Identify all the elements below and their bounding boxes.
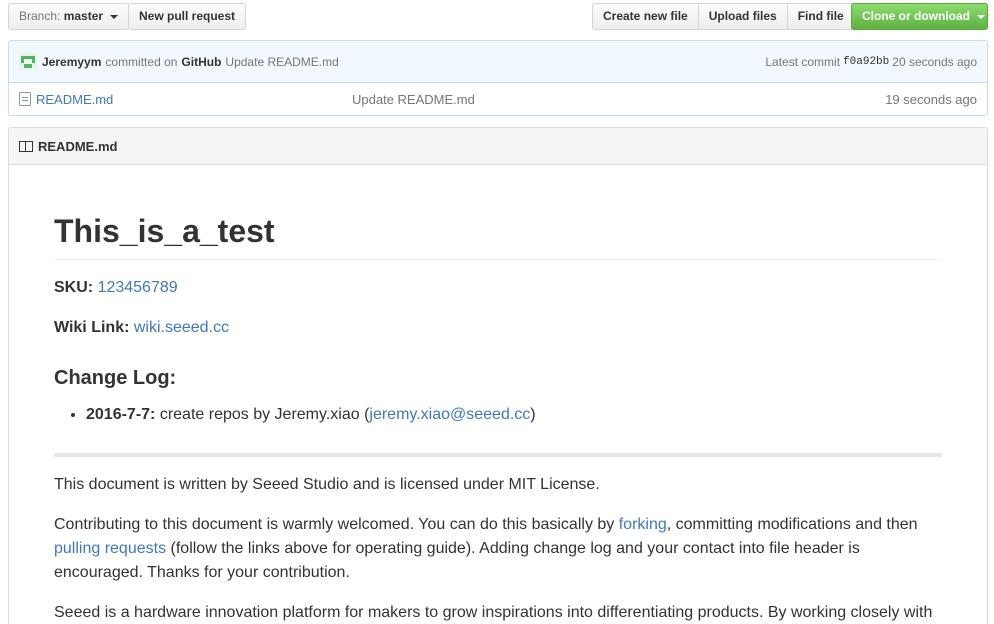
changelog-date: 2016-7-7: xyxy=(86,406,156,423)
caret-down-icon xyxy=(110,14,119,19)
sku-link[interactable]: 123456789 xyxy=(98,279,178,296)
commit-sha-link[interactable]: f0a92bb xyxy=(843,56,889,68)
changelog-heading: Change Log: xyxy=(54,367,177,389)
commit-author-link[interactable]: Jeremyym xyxy=(42,55,101,69)
readme-header-title: README.md xyxy=(38,138,118,154)
wiki-link[interactable]: wiki.seeed.cc xyxy=(134,319,229,336)
caret-down-icon xyxy=(977,14,986,19)
commit-message-link[interactable]: Update README.md xyxy=(225,55,338,69)
commit-platform: GitHub xyxy=(181,54,222,69)
branch-select-button[interactable]: Branch: master xyxy=(8,3,130,30)
find-file-button[interactable]: Find file xyxy=(786,3,855,30)
branch-value: master xyxy=(63,9,104,23)
branch-label: Branch: xyxy=(19,9,61,23)
clone-or-download-label: Clone or download xyxy=(862,9,970,23)
wiki-label: Wiki Link: xyxy=(54,319,130,336)
forking-link[interactable]: forking xyxy=(619,516,667,533)
changelog-list: 2016-7-7: create repos by Jeremy.xiao (j… xyxy=(54,403,942,427)
sku-paragraph: SKU: 123456789 xyxy=(54,276,942,300)
horizontal-rule xyxy=(54,453,942,457)
pulling-requests-link[interactable]: pulling requests xyxy=(54,540,166,557)
file-age: 19 seconds ago xyxy=(885,91,977,107)
file-actions-group: Create new file Upload files Find file xyxy=(592,3,855,30)
file-list-row: README.md Update README.md 19 seconds ag… xyxy=(9,83,987,115)
commit-tease: Jeremyym committed on GitHub Update READ… xyxy=(9,41,987,83)
contributing-paragraph: Contributing to this document is warmly … xyxy=(54,513,942,585)
new-pull-request-button[interactable]: New pull request xyxy=(128,3,247,30)
file-commit-message-link[interactable]: Update README.md xyxy=(352,92,885,107)
file-navigation: Jeremyym committed on GitHub Update READ… xyxy=(8,40,988,116)
committed-on-text: committed on xyxy=(105,54,178,69)
list-item: 2016-7-7: create repos by Jeremy.xiao (j… xyxy=(86,403,942,427)
file-icon xyxy=(19,92,31,106)
create-new-file-button[interactable]: Create new file xyxy=(592,3,699,30)
changelog-text: create repos by Jeremy.xiao ( xyxy=(159,406,370,423)
readme-header: README.md xyxy=(9,128,987,165)
book-icon xyxy=(19,140,33,152)
file-name-link[interactable]: README.md xyxy=(36,92,352,107)
clone-or-download-button[interactable]: Clone or download xyxy=(851,3,988,30)
readme-body: This_is_a_test SKU: 123456789 Wiki Link:… xyxy=(9,211,987,624)
latest-commit-label: Latest commit xyxy=(765,54,841,69)
wiki-paragraph: Wiki Link: wiki.seeed.cc xyxy=(54,316,942,340)
readme-panel: README.md This_is_a_test SKU: 123456789 … xyxy=(8,127,988,624)
seeed-paragraph: Seeed is a hardware innovation platform … xyxy=(54,604,933,621)
upload-files-button[interactable]: Upload files xyxy=(697,3,788,30)
contrib-text-3: (follow the links above for operating gu… xyxy=(54,540,860,581)
changelog-close: ) xyxy=(530,406,536,423)
sku-label: SKU: xyxy=(54,279,94,296)
license-paragraph: This document is written by Seeed Studio… xyxy=(54,476,600,493)
commit-age: 20 seconds ago xyxy=(892,54,977,69)
contrib-text-2: , committing modifications and then xyxy=(666,516,918,533)
changelog-email-link[interactable]: jeremy.xiao@seeed.cc xyxy=(369,406,530,423)
avatar[interactable] xyxy=(19,52,37,71)
contrib-text-1: Contributing to this document is warmly … xyxy=(54,516,619,533)
readme-title: This_is_a_test xyxy=(54,211,942,260)
new-pull-request-label: New pull request xyxy=(139,9,236,23)
